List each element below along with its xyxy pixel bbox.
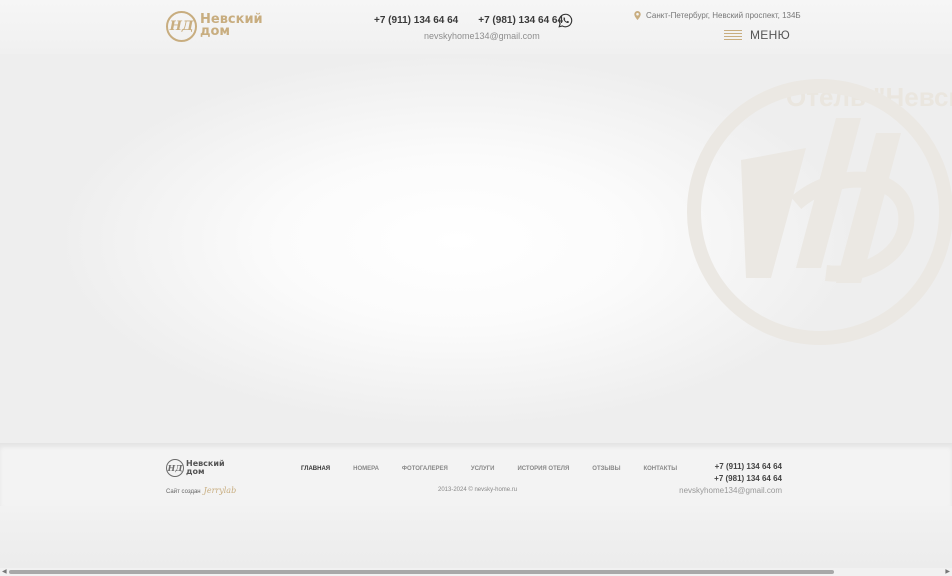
location-pin-icon — [634, 11, 641, 20]
address-text: Санкт-Петербург, Невский проспект, 134Б — [646, 11, 801, 20]
footer-phone-2[interactable]: +7 (981) 134 64 64 — [679, 473, 782, 485]
footer-phone-1[interactable]: +7 (911) 134 64 64 — [679, 461, 782, 473]
scroll-left-arrow-icon[interactable]: ◀ — [2, 568, 7, 576]
scroll-right-arrow-icon[interactable]: ▶ — [945, 568, 950, 576]
header-logo[interactable]: НД Невский дом — [166, 10, 263, 42]
header-phone-2[interactable]: +7 (981) 134 64 64 — [478, 15, 563, 26]
footer-logo-line-2: дом — [186, 467, 205, 476]
creator-brand-link[interactable]: Jerrylab — [204, 486, 237, 495]
horizontal-scrollbar[interactable]: ◀ ▶ — [0, 568, 952, 576]
logo-watermark-icon — [687, 79, 952, 345]
footer-logo-mark-icon: НД — [166, 459, 184, 477]
whatsapp-icon[interactable] — [558, 13, 573, 28]
footer-contacts: +7 (911) 134 64 64 +7 (981) 134 64 64 ne… — [679, 461, 782, 495]
logo-text: Невский дом — [200, 13, 263, 39]
header-address: Санкт-Петербург, Невский проспект, 134Б — [634, 11, 801, 20]
footer-nav: Главная Номера Фотогалерея Услуги Истори… — [301, 466, 677, 472]
menu-button[interactable]: МЕНЮ — [724, 28, 790, 42]
header-email-link[interactable]: nevskyhome134@gmail.com — [424, 31, 540, 41]
logo-line-2: дом — [200, 24, 231, 39]
footer-logo[interactable]: НД Невский дом — [166, 459, 225, 477]
menu-label: МЕНЮ — [750, 28, 790, 42]
footer-nav-reviews[interactable]: Отзывы — [592, 466, 620, 472]
copyright: 2013-2024 © nevsky-home.ru — [438, 487, 518, 493]
page-bottom-area — [0, 506, 952, 568]
site-footer: НД Невский дом Сайт создан Jerrylab Глав… — [0, 443, 952, 506]
footer-nav-gallery[interactable]: Фотогалерея — [402, 466, 448, 472]
site-header: НД Невский дом +7 (911) 134 64 64 +7 (98… — [0, 0, 952, 54]
header-phone-1[interactable]: +7 (911) 134 64 64 — [374, 15, 458, 26]
footer-logo-text: Невский дом — [186, 460, 225, 476]
scrollbar-thumb[interactable] — [9, 570, 834, 574]
footer-email-link[interactable]: nevskyhome134@gmail.com — [679, 486, 782, 495]
creator-label: Сайт создан — [166, 489, 201, 495]
footer-nav-contacts[interactable]: Контакты — [643, 466, 677, 472]
hamburger-icon — [724, 29, 742, 41]
hero-section: Отель "Невский — [0, 54, 952, 443]
logo-mark-icon: НД — [166, 10, 197, 42]
footer-nav-history[interactable]: История отеля — [517, 466, 569, 472]
footer-nav-home[interactable]: Главная — [301, 466, 330, 472]
site-creator: Сайт создан Jerrylab — [166, 486, 236, 495]
footer-nav-services[interactable]: Услуги — [471, 466, 495, 472]
footer-nav-rooms[interactable]: Номера — [353, 466, 379, 472]
header-phones: +7 (911) 134 64 64 +7 (981) 134 64 64 — [374, 15, 563, 26]
